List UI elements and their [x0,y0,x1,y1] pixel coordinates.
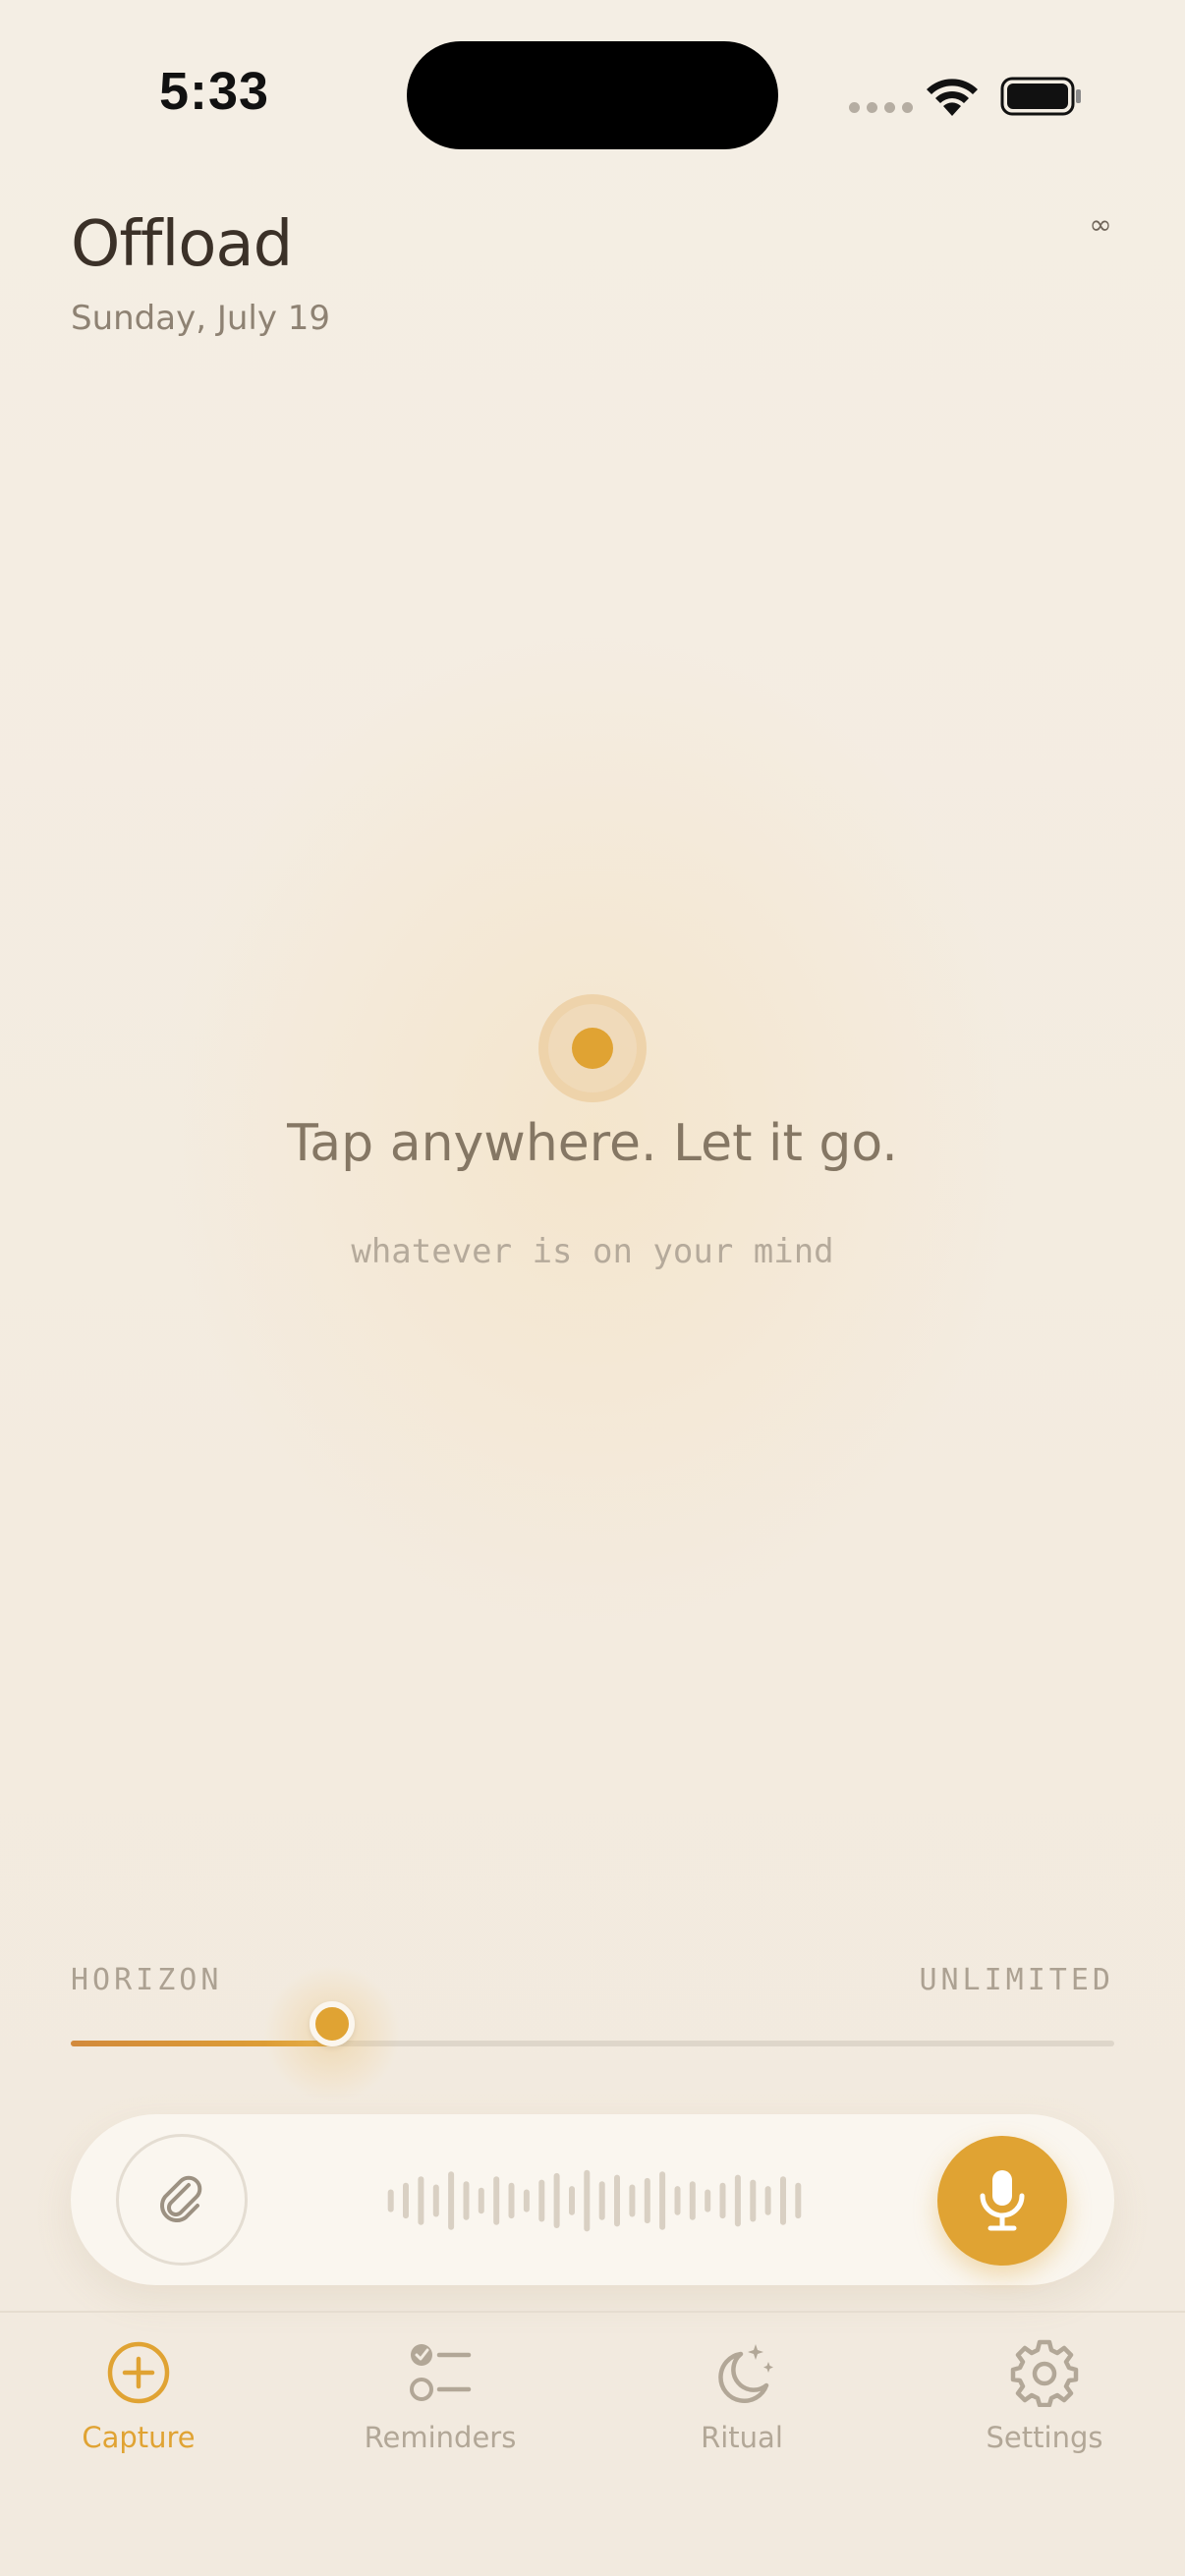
horizon-value: UNLIMITED [919,1963,1114,1997]
page-title: Offload [71,208,293,281]
tab-settings[interactable]: Settings [936,2338,1153,2466]
waveform-bar [478,2187,484,2214]
waveform-bar [795,2182,802,2219]
waveform-bar [705,2189,711,2212]
waveform-bar [659,2171,666,2230]
waveform-bar [448,2171,455,2230]
dynamic-island [407,41,778,149]
infinity-badge[interactable]: ∞ [1081,208,1120,241]
horizon-slider-thumb[interactable] [309,2001,355,2046]
tab-ritual[interactable]: Ritual [634,2338,850,2466]
waveform-bar [674,2186,681,2215]
cellular-signal-icon [849,102,913,113]
tab-capture[interactable]: Capture [30,2338,247,2466]
moon-stars-icon [718,2344,773,2403]
date-label: Sunday, July 19 [71,299,331,338]
capture-prompt-subtitle: whatever is on your mind [351,1232,834,1271]
waveform-visualizer [387,2169,802,2232]
waveform-bar [569,2186,575,2215]
waveform-bar [432,2184,439,2217]
waveform-bar [538,2179,545,2222]
attach-button[interactable] [116,2134,248,2266]
waveform-bar [734,2174,741,2227]
waveform-bar [584,2169,591,2232]
waveform-bar [387,2189,394,2212]
tab-capture-label: Capture [82,2421,196,2454]
tab-ritual-label: Ritual [701,2421,783,2454]
tab-bar-divider [0,2311,1185,2313]
waveform-bar [719,2182,726,2219]
waveform-bar [598,2181,605,2220]
checklist-icon [410,2344,472,2401]
waveform-bar [780,2176,786,2225]
waveform-bar [750,2179,757,2222]
waveform-bar [523,2189,530,2212]
waveform-bar [418,2176,424,2225]
microphone-icon [980,2170,1025,2231]
record-voice-button[interactable] [937,2136,1067,2266]
waveform-bar [508,2182,515,2219]
horizon-slider-track[interactable] [71,2041,1114,2046]
gear-icon [1010,2339,1079,2407]
pulse-dot-icon [572,1028,613,1069]
waveform-bar [644,2177,650,2224]
paperclip-icon [160,2175,202,2222]
waveform-bar [493,2176,500,2225]
app-screen[interactable]: 5:33 Offload Sunday, July 19 ∞ Tap anywh… [0,0,1185,2576]
plus-circle-icon [107,2341,170,2404]
waveform-bar [553,2172,560,2228]
horizon-label: HORIZON [71,1963,223,1997]
wifi-icon [927,79,978,116]
waveform-bar [463,2181,470,2220]
status-time: 5:33 [159,62,270,121]
waveform-bar [764,2186,771,2215]
capture-prompt-title: Tap anywhere. Let it go. [287,1114,898,1173]
waveform-bar [614,2174,620,2227]
tab-reminders-label: Reminders [364,2421,517,2454]
tab-settings-label: Settings [986,2421,1103,2454]
waveform-bar [689,2181,696,2220]
battery-icon [1000,77,1081,116]
waveform-bar [403,2182,409,2219]
tab-reminders[interactable]: Reminders [332,2338,548,2466]
waveform-bar [629,2184,636,2217]
